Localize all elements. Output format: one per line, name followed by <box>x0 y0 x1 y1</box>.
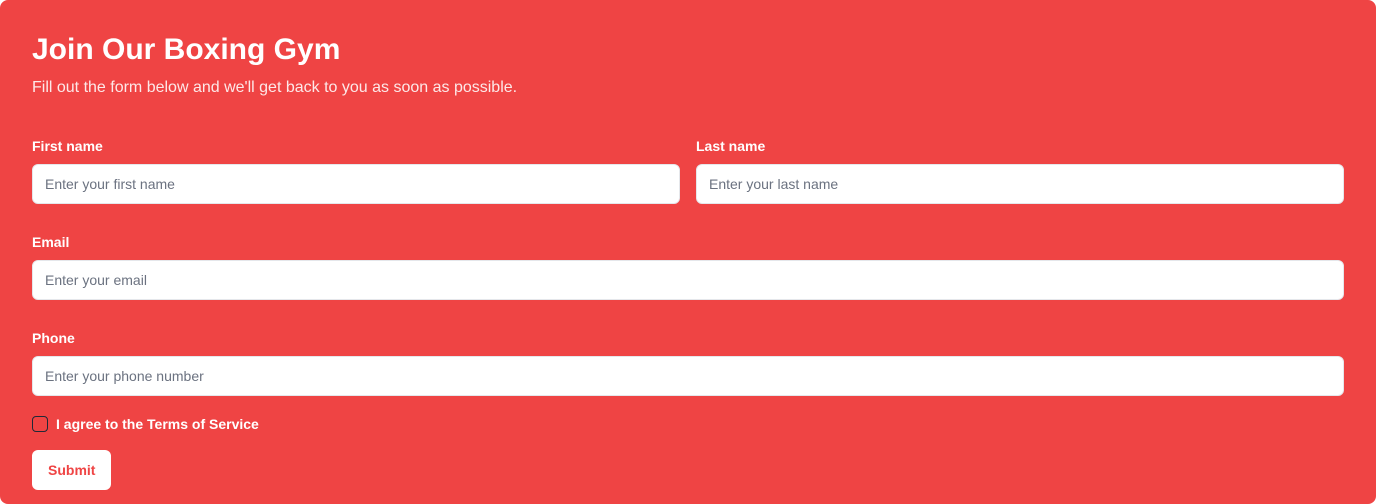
signup-form: First name Last name Email Phone I agree… <box>32 136 1344 490</box>
phone-input[interactable] <box>32 356 1344 396</box>
terms-label[interactable]: I agree to the Terms of Service <box>56 414 259 434</box>
terms-checkbox[interactable] <box>32 416 48 432</box>
first-name-field: First name <box>32 136 680 204</box>
last-name-field: Last name <box>696 136 1344 204</box>
signup-card: Join Our Boxing Gym Fill out the form be… <box>0 0 1376 504</box>
first-name-input[interactable] <box>32 164 680 204</box>
phone-field: Phone <box>32 328 1344 396</box>
submit-button[interactable]: Submit <box>32 450 112 490</box>
email-input[interactable] <box>32 260 1344 300</box>
last-name-label: Last name <box>696 138 766 154</box>
email-field: Email <box>32 232 1344 300</box>
last-name-input[interactable] <box>696 164 1344 204</box>
name-row: First name Last name <box>32 136 1344 204</box>
page-title: Join Our Boxing Gym <box>32 33 341 66</box>
phone-label: Phone <box>32 330 75 346</box>
page-subtitle: Fill out the form below and we'll get ba… <box>32 79 518 96</box>
email-label: Email <box>32 234 70 250</box>
terms-row: I agree to the Terms of Service <box>32 414 1344 434</box>
first-name-label: First name <box>32 138 103 154</box>
